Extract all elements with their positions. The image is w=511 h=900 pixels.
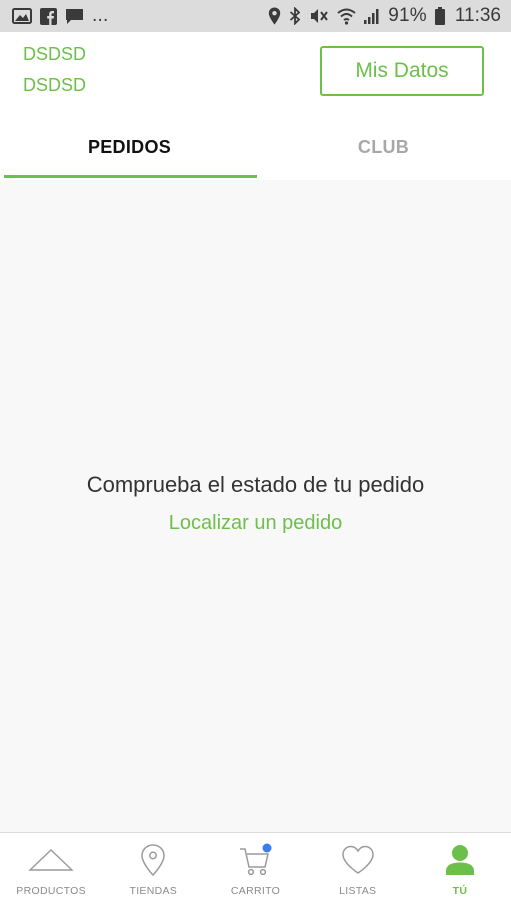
facebook-icon — [40, 7, 57, 25]
nav-label-carrito: CARRITO — [230, 885, 281, 897]
profile-header: DSDSD DSDSD Mis Datos PEDIDOS CLUB — [0, 32, 511, 181]
locate-order-link[interactable]: Localizar un pedido — [0, 512, 511, 535]
cart-badge — [262, 843, 271, 853]
location-icon — [268, 7, 281, 25]
nav-label-productos: PRODUCTOS — [16, 885, 86, 897]
orders-content: Comprueba el estado de tu pedido Localiz… — [0, 180, 511, 832]
status-time: 11:36 — [454, 5, 501, 26]
heart-icon — [340, 843, 376, 877]
empty-orders-message: Comprueba el estado de tu pedido — [86, 472, 425, 497]
wifi-icon — [337, 8, 356, 25]
status-bar: ... 91% 11:36 — [0, 0, 511, 32]
map-pin-icon — [140, 843, 166, 877]
signal-icon — [364, 8, 380, 24]
status-bar-left: ... — [12, 5, 108, 27]
nav-label-tiendas: TIENDAS — [129, 885, 178, 897]
nav-label-tu: TÚ — [452, 885, 468, 897]
user-name-line-1: DSDSD — [23, 44, 87, 64]
tab-pedidos[interactable]: PEDIDOS — [2, 116, 257, 179]
nav-carrito[interactable]: CARRITO — [204, 833, 306, 900]
battery-icon — [434, 7, 445, 25]
nav-tu[interactable]: TÚ — [409, 833, 511, 900]
user-icon — [445, 843, 475, 877]
chat-icon — [65, 8, 84, 25]
nav-productos[interactable]: PRODUCTOS — [0, 833, 102, 900]
gallery-icon — [12, 8, 32, 24]
nav-tiendas[interactable]: TIENDAS — [102, 833, 204, 900]
nav-listas[interactable]: LISTAS — [307, 833, 409, 900]
tab-bar: PEDIDOS CLUB — [0, 116, 511, 181]
nav-label-listas: LISTAS — [339, 885, 377, 897]
user-name-line-2: DSDSD — [23, 75, 87, 95]
bottom-nav: PRODUCTOS TIENDAS CARRITO LISTAS TÚ — [0, 832, 511, 900]
tab-club[interactable]: CLUB — [256, 116, 511, 179]
mute-icon — [309, 7, 329, 25]
bluetooth-icon — [289, 7, 301, 25]
battery-percent: 91% — [388, 5, 427, 26]
status-bar-right: 91% 11:36 — [268, 5, 501, 27]
cart-icon — [238, 843, 274, 877]
active-tab-indicator — [4, 175, 257, 178]
triangle-icon — [28, 843, 74, 877]
status-overflow: ... — [92, 5, 109, 26]
mis-datos-button[interactable]: Mis Datos — [320, 46, 484, 96]
